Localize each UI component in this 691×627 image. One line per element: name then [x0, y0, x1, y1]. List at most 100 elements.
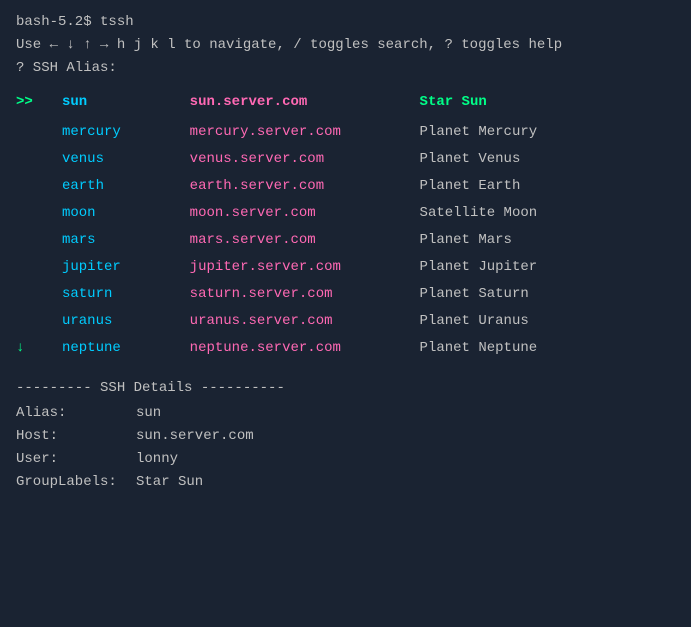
row-alias: neptune — [62, 335, 190, 362]
row-label: Planet Uranus — [420, 308, 675, 335]
detail-alias-row: Alias: sun — [16, 403, 675, 424]
row-label: Planet Neptune — [420, 335, 675, 362]
row-indicator — [16, 146, 62, 173]
row-label: Planet Mars — [420, 227, 675, 254]
alias-text: neptune — [62, 340, 121, 356]
row-label: Planet Earth — [420, 173, 675, 200]
row-alias: saturn — [62, 281, 190, 308]
host-text: neptune.server.com — [190, 340, 341, 356]
detail-user-row: User: lonny — [16, 449, 675, 470]
server-list-table: >> sun sun.server.com Star Sun mercuryme… — [16, 89, 675, 362]
prompt-text: bash-5.2$ tssh — [16, 14, 134, 30]
row-host: mars.server.com — [190, 227, 420, 254]
host-text: mercury.server.com — [190, 124, 341, 140]
host-text: saturn.server.com — [190, 286, 333, 302]
ssh-alias-text: ? SSH Alias: — [16, 60, 117, 76]
table-row[interactable]: jupiter jupiter.server.com Planet Jupiter — [16, 254, 675, 281]
detail-host-label: Host: — [16, 426, 136, 447]
row-indicator — [16, 254, 62, 281]
row-label: Planet Mercury — [420, 119, 675, 146]
detail-host-value: sun.server.com — [136, 426, 254, 447]
alias-text: venus — [62, 151, 104, 167]
host-text: uranus.server.com — [190, 313, 333, 329]
header-host: sun.server.com — [190, 89, 420, 119]
label-text: Planet Jupiter — [420, 259, 538, 275]
help-text: Use ← ↓ ↑ → h j k l to navigate, / toggl… — [16, 37, 562, 53]
terminal-container: bash-5.2$ tssh Use ← ↓ ↑ → h j k l to na… — [16, 12, 675, 493]
detail-user-value: lonny — [136, 449, 178, 470]
row-indicator — [16, 200, 62, 227]
prompt-line: bash-5.2$ tssh — [16, 12, 675, 33]
row-host: earth.server.com — [190, 173, 420, 200]
label-text: Satellite Moon — [420, 205, 538, 221]
table-row[interactable]: ↓ neptune neptune.server.com Planet Neptune — [16, 335, 675, 362]
row-indicator — [16, 308, 62, 335]
label-text: Planet Saturn — [420, 286, 529, 302]
row-alias: jupiter — [62, 254, 190, 281]
header-alias: sun — [62, 89, 190, 119]
row-alias: uranus — [62, 308, 190, 335]
table-row[interactable]: moon moon.server.com Satellite Moon — [16, 200, 675, 227]
row-alias: venus — [62, 146, 190, 173]
help-line: Use ← ↓ ↑ → h j k l to navigate, / toggl… — [16, 35, 675, 56]
table-row[interactable]: earth earth.server.com Planet Earth — [16, 173, 675, 200]
label-text: Planet Mars — [420, 232, 512, 248]
row-host: uranus.server.com — [190, 308, 420, 335]
alias-text: mars — [62, 232, 96, 248]
row-label: Planet Saturn — [420, 281, 675, 308]
detail-alias-value: sun — [136, 403, 161, 424]
detail-user-label: User: — [16, 449, 136, 470]
label-text: Planet Earth — [420, 178, 521, 194]
host-text: moon.server.com — [190, 205, 316, 221]
table-header-row: >> sun sun.server.com Star Sun — [16, 89, 675, 119]
row-label: Planet Jupiter — [420, 254, 675, 281]
detail-section: Alias: sun Host: sun.server.com User: lo… — [16, 403, 675, 493]
alias-text: jupiter — [62, 259, 121, 275]
row-indicator — [16, 227, 62, 254]
label-text: Planet Mercury — [420, 124, 538, 140]
detail-group-label: GroupLabels: — [16, 472, 136, 493]
alias-text: uranus — [62, 313, 112, 329]
host-text: jupiter.server.com — [190, 259, 341, 275]
host-text: mars.server.com — [190, 232, 316, 248]
header-indicator: >> — [16, 89, 62, 119]
row-host: mercury.server.com — [190, 119, 420, 146]
detail-host-row: Host: sun.server.com — [16, 426, 675, 447]
row-host: jupiter.server.com — [190, 254, 420, 281]
alias-text: saturn — [62, 286, 112, 302]
detail-group-row: GroupLabels: Star Sun — [16, 472, 675, 493]
alias-text: moon — [62, 205, 96, 221]
table-row[interactable]: uranus uranus.server.com Planet Uranus — [16, 308, 675, 335]
row-indicator — [16, 281, 62, 308]
table-row[interactable]: mars mars.server.com Planet Mars — [16, 227, 675, 254]
header-label: Star Sun — [420, 89, 675, 119]
alias-text: earth — [62, 178, 104, 194]
row-host: neptune.server.com — [190, 335, 420, 362]
row-host: moon.server.com — [190, 200, 420, 227]
indicator-icon: ↓ — [16, 340, 24, 356]
row-alias: mars — [62, 227, 190, 254]
label-text: Planet Venus — [420, 151, 521, 167]
detail-group-value: Star Sun — [136, 472, 203, 493]
row-indicator — [16, 119, 62, 146]
host-text: earth.server.com — [190, 178, 324, 194]
row-alias: earth — [62, 173, 190, 200]
table-row[interactable]: venus venus.server.com Planet Venus — [16, 146, 675, 173]
row-indicator: ↓ — [16, 335, 62, 362]
row-label: Planet Venus — [420, 146, 675, 173]
row-indicator — [16, 173, 62, 200]
row-alias: moon — [62, 200, 190, 227]
row-alias: mercury — [62, 119, 190, 146]
row-host: venus.server.com — [190, 146, 420, 173]
divider: --------- SSH Details ---------- — [16, 378, 675, 399]
label-text: Planet Uranus — [420, 313, 529, 329]
host-text: venus.server.com — [190, 151, 324, 167]
table-row[interactable]: mercury mercury.server.com Planet Mercury — [16, 119, 675, 146]
ssh-alias-line: ? SSH Alias: — [16, 58, 675, 79]
label-text: Planet Neptune — [420, 340, 538, 356]
detail-alias-label: Alias: — [16, 403, 136, 424]
table-row[interactable]: saturn saturn.server.com Planet Saturn — [16, 281, 675, 308]
alias-text: mercury — [62, 124, 121, 140]
row-label: Satellite Moon — [420, 200, 675, 227]
row-host: saturn.server.com — [190, 281, 420, 308]
